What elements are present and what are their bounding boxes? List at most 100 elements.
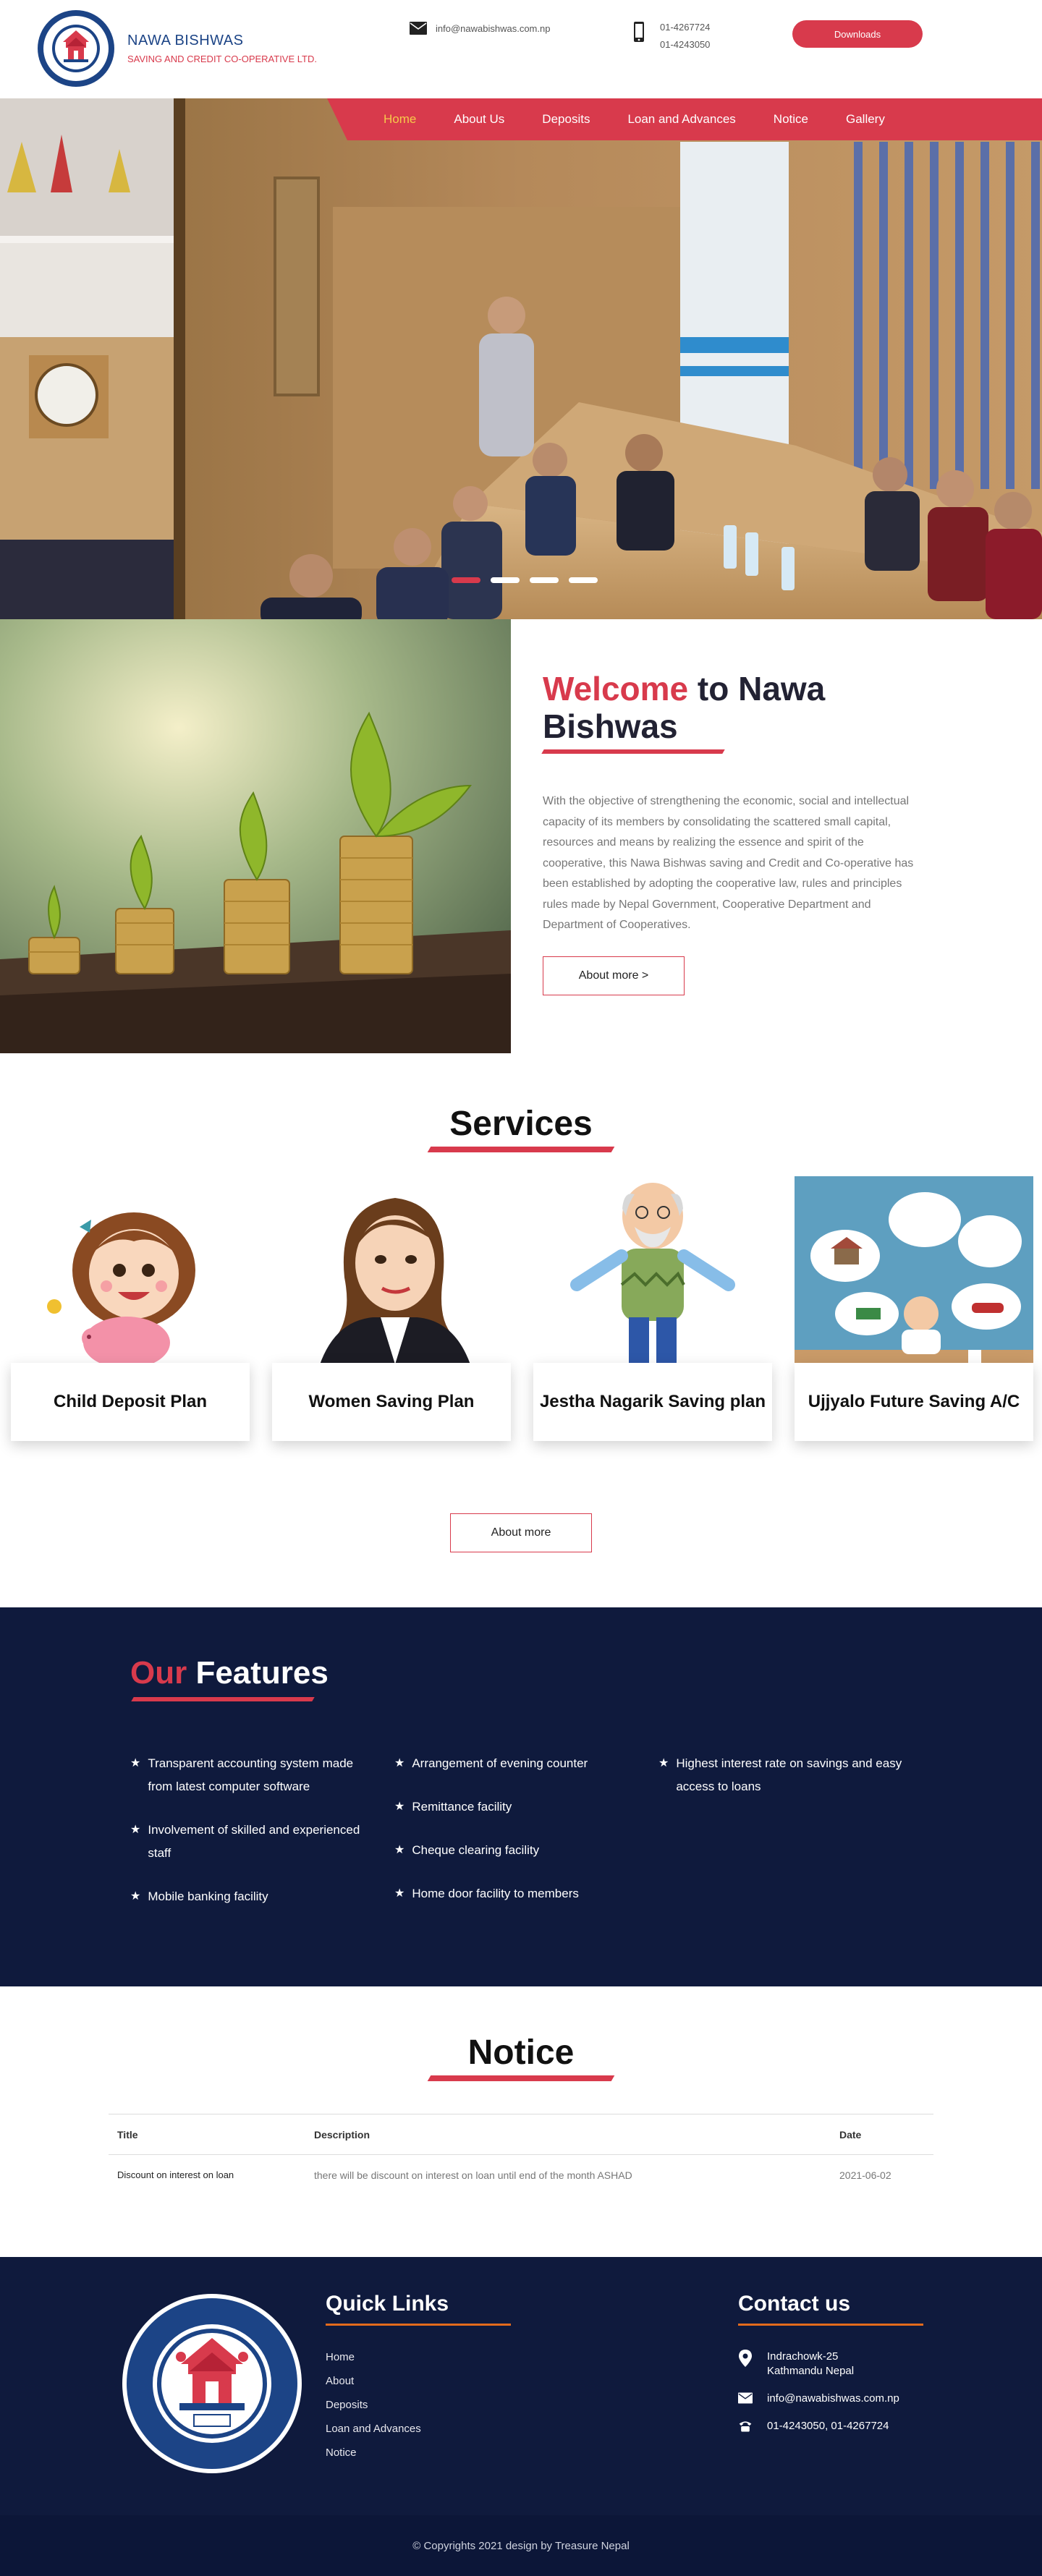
quick-links-underline — [326, 2324, 511, 2326]
features-heading-rest: Features — [187, 1655, 329, 1691]
column-header-description: Description — [305, 2114, 831, 2155]
hero-slider: Home About Us Deposits Loan and Advances Not… — [0, 98, 1042, 619]
slider-dot[interactable] — [452, 577, 480, 583]
hero-meeting-photo — [0, 98, 1042, 619]
contact-heading: Contact us — [738, 2292, 851, 2316]
child-piggybank-illustration — [11, 1176, 250, 1379]
quick-link-about[interactable]: About — [326, 2375, 421, 2387]
brand-name: NAWA BISHWAS — [127, 33, 244, 48]
notice-section: Notice Title Description Date Discount o… — [0, 1986, 1042, 2257]
table-row[interactable]: Discount on interest on loan there will … — [109, 2155, 933, 2195]
address-line-2: Kathmandu Nepal — [767, 2365, 855, 2377]
brand-subtitle: SAVING AND CREDIT CO-OPERATIVE LTD. — [127, 54, 317, 64]
nav-notice[interactable]: Notice — [774, 112, 808, 127]
envelope-icon — [738, 2392, 753, 2404]
services-about-more-button[interactable]: About more — [450, 1513, 592, 1552]
cooperative-logo — [38, 10, 114, 87]
star-icon: ★ — [394, 1801, 405, 1813]
feature-text: Home door facility to members — [412, 1887, 579, 1900]
slider-dot[interactable] — [569, 577, 598, 583]
welcome-underline — [541, 749, 725, 754]
site-footer: Quick Links Home About Deposits Loan and Ad… — [0, 2257, 1042, 2515]
features-column-3: ★ Highest interest rate on savings and ea… — [658, 1752, 905, 1819]
service-cards: Child Deposit Plan Women Saving Plan Jes… — [11, 1176, 1033, 1441]
contact-email[interactable]: info@nawabishwas.com.np — [738, 2392, 899, 2406]
feature-text: Remittance facility — [412, 1800, 512, 1814]
contact-phone: 01-4243050, 01-4267724 — [738, 2419, 899, 2433]
footer-cooperative-seal — [122, 2294, 302, 2473]
service-card-senior[interactable]: Jestha Nagarik Saving plan — [533, 1176, 772, 1441]
services-underline — [427, 1147, 615, 1152]
service-card-label: Jestha Nagarik Saving plan — [533, 1363, 772, 1441]
contact-address: Indrachowk-25 Kathmandu Nepal — [738, 2350, 899, 2379]
notice-underline — [427, 2075, 615, 2081]
welcome-heading-red: Welcome — [543, 670, 689, 707]
slider-dot[interactable] — [491, 577, 520, 583]
service-card-future[interactable]: Ujjyalo Future Saving A/C — [795, 1176, 1033, 1441]
notice-description-cell: there will be discount on interest on lo… — [314, 2169, 632, 2181]
welcome-heading: Welcome to Nawa Bishwas — [543, 670, 861, 745]
business-woman-illustration — [272, 1176, 511, 1379]
nav-gallery[interactable]: Gallery — [846, 112, 885, 127]
feature-text: Arrangement of evening counter — [412, 1756, 588, 1770]
nav-deposits[interactable]: Deposits — [542, 112, 590, 127]
header-email[interactable]: info@nawabishwas.com.np — [410, 22, 550, 35]
footer-email-text: info@nawabishwas.com.np — [767, 2392, 899, 2405]
service-card-label: Women Saving Plan — [272, 1363, 511, 1441]
welcome-section: Welcome to Nawa Bishwas With the objecti… — [0, 619, 1042, 1053]
nav-about-us[interactable]: About Us — [454, 112, 504, 127]
quick-link-loan-and-advances[interactable]: Loan and Advances — [326, 2423, 421, 2435]
phone-number-2: 01-4243050 — [660, 39, 711, 50]
site-header: NAWA BISHWAS SAVING AND CREDIT CO-OPERAT… — [0, 0, 1042, 98]
service-card-label: Child Deposit Plan — [11, 1363, 250, 1441]
feature-item: ★ Remittance facility — [394, 1795, 640, 1819]
star-icon: ★ — [130, 1824, 141, 1836]
features-heading-red: Our — [130, 1655, 187, 1691]
service-card-label: Ujjyalo Future Saving A/C — [795, 1363, 1033, 1441]
notice-table-header: Title Description Date — [109, 2114, 933, 2155]
main-navigation: Home About Us Deposits Loan and Advances Not… — [327, 98, 1042, 140]
service-card-child[interactable]: Child Deposit Plan — [11, 1176, 250, 1441]
mobile-phone-icon — [634, 22, 644, 42]
contact-underline — [738, 2324, 923, 2326]
feature-text: Involvement of skilled and experienced s… — [148, 1823, 360, 1860]
feature-text: Cheque clearing facility — [412, 1843, 540, 1857]
services-heading: Services — [449, 1105, 593, 1143]
location-pin-icon — [739, 2350, 752, 2367]
features-column-1: ★ Transparent accounting system made from… — [130, 1752, 376, 1929]
feature-item: ★ Highest interest rate on savings and ea… — [658, 1752, 905, 1798]
services-section: Services Child Deposit Plan Women Saving… — [0, 1053, 1042, 1607]
feature-text: Transparent accounting system made from … — [148, 1756, 354, 1793]
nav-home[interactable]: Home — [384, 112, 416, 127]
star-icon: ★ — [394, 1844, 405, 1856]
address-line-1: Indrachowk-25 — [767, 2350, 839, 2363]
features-underline — [131, 1697, 315, 1701]
slider-dot[interactable] — [530, 577, 559, 583]
future-planning-illustration — [795, 1176, 1033, 1379]
quick-link-deposits[interactable]: Deposits — [326, 2399, 421, 2411]
feature-item: ★ Transparent accounting system made from… — [130, 1752, 376, 1798]
welcome-text-block: Welcome to Nawa Bishwas With the objecti… — [511, 619, 1042, 1053]
quick-link-notice[interactable]: Notice — [326, 2447, 421, 2459]
quick-link-home[interactable]: Home — [326, 2351, 421, 2363]
nav-loan-and-advances[interactable]: Loan and Advances — [627, 112, 735, 127]
contact-list: Indrachowk-25 Kathmandu Nepal info@nawab… — [738, 2350, 899, 2447]
feature-text: Mobile banking facility — [148, 1890, 268, 1903]
feature-text: Highest interest rate on savings and eas… — [676, 1756, 902, 1793]
features-section: Our Features ★ Transparent accounting sys… — [0, 1607, 1042, 1986]
service-card-women[interactable]: Women Saving Plan — [272, 1176, 511, 1441]
star-icon: ★ — [394, 1887, 405, 1900]
elderly-man-illustration — [533, 1176, 772, 1379]
about-more-button[interactable]: About more > — [543, 956, 685, 995]
quick-links-heading: Quick Links — [326, 2292, 449, 2316]
logo-link[interactable]: NAWA BISHWAS SAVING AND CREDIT CO-OPERAT… — [36, 9, 317, 88]
feature-item: ★ Involvement of skilled and experienced … — [130, 1819, 376, 1865]
feature-item: ★ Home door facility to members — [394, 1882, 640, 1905]
header-email-text: info@nawabishwas.com.np — [436, 22, 551, 34]
features-column-2: ★ Arrangement of evening counter ★ Remittan… — [394, 1752, 640, 1926]
telephone-icon — [739, 2421, 752, 2432]
downloads-button[interactable]: Downloads — [792, 20, 923, 48]
welcome-description: With the objective of strengthening the … — [543, 795, 914, 931]
quick-links-list: Home About Deposits Loan and Advances Notice — [326, 2351, 421, 2470]
features-heading: Our Features — [130, 1655, 329, 1691]
